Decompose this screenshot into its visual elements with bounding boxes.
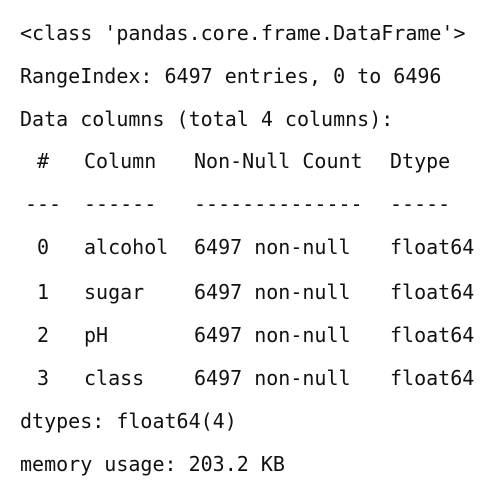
separator-non-null-count: -------------- xyxy=(194,192,363,216)
row-column-name: alcohol xyxy=(84,235,169,259)
row-dtype: float64 xyxy=(390,323,475,347)
row-index: 1 xyxy=(36,280,50,304)
row-dtype: float64 xyxy=(390,366,475,390)
row-column-name: sugar xyxy=(84,280,145,304)
header-column: Column xyxy=(84,149,157,173)
separator-dtype: ----- xyxy=(390,192,451,216)
data-columns-line: Data columns (total 4 columns): xyxy=(20,107,394,131)
header-non-null-count: Non-Null Count xyxy=(194,149,363,173)
separator-index: --- xyxy=(24,192,62,216)
header-index: # xyxy=(36,149,50,173)
dataframe-info-output: <class 'pandas.core.frame.DataFrame'> Ra… xyxy=(0,0,500,480)
row-index: 0 xyxy=(36,235,50,259)
row-dtype: float64 xyxy=(390,235,475,259)
row-non-null-count: 6497 non-null xyxy=(194,235,351,259)
range-index-line: RangeIndex: 6497 entries, 0 to 6496 xyxy=(20,64,442,88)
row-column-name: class xyxy=(84,366,145,390)
row-non-null-count: 6497 non-null xyxy=(194,280,351,304)
row-index: 3 xyxy=(36,366,50,390)
row-column-name: pH xyxy=(84,323,109,347)
row-dtype: float64 xyxy=(390,280,475,304)
row-index: 2 xyxy=(36,323,50,347)
dtypes-line: dtypes: float64(4) xyxy=(20,409,237,433)
row-non-null-count: 6497 non-null xyxy=(194,323,351,347)
separator-column: ------ xyxy=(84,192,157,216)
header-dtype: Dtype xyxy=(390,149,451,173)
class-line: <class 'pandas.core.frame.DataFrame'> xyxy=(20,21,466,45)
memory-usage-line: memory usage: 203.2 KB xyxy=(20,452,285,476)
row-non-null-count: 6497 non-null xyxy=(194,366,351,390)
